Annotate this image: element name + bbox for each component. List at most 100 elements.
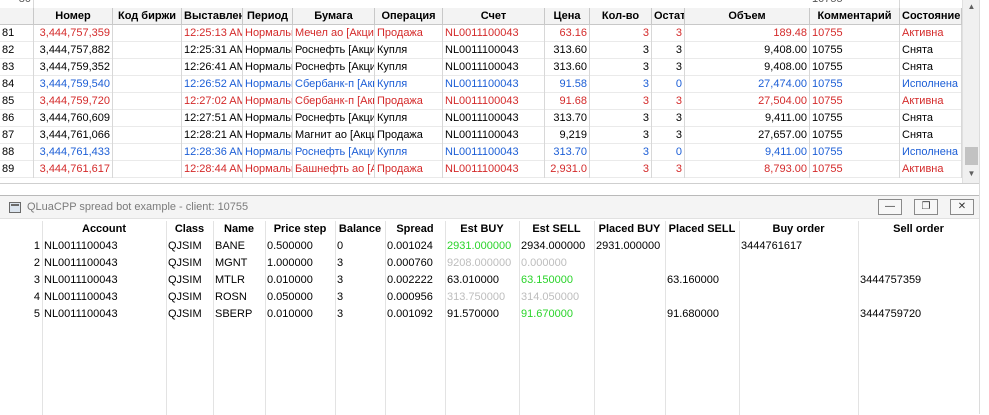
table-row[interactable]: 5 NL0011100043 QJSIM SBERP 0.010000 3 0.001092… bbox=[0, 306, 979, 323]
idx-cell: 3 bbox=[33, 274, 40, 286]
volume-cell: 9,408.00 bbox=[685, 42, 810, 59]
est-buy-cell: 63.010000 bbox=[447, 274, 499, 286]
account-cell: NL0011100043 bbox=[443, 161, 545, 178]
comment-cell: 10755 bbox=[810, 110, 900, 127]
spread-cell: 0.001024 bbox=[387, 240, 433, 252]
column-header[interactable]: Цена bbox=[545, 8, 590, 25]
time-cell: 12:28:44 AM bbox=[182, 161, 243, 178]
grid-line bbox=[665, 221, 666, 415]
grid-line bbox=[385, 221, 386, 415]
rest-cell: 3 bbox=[652, 93, 685, 110]
comment-cell: 10755 bbox=[810, 0, 900, 8]
table-row[interactable]: 813,444,757,359 12:25:13 AMНормальныйМече… bbox=[0, 25, 962, 42]
column-header[interactable]: Name bbox=[213, 221, 265, 238]
column-header[interactable]: Class bbox=[166, 221, 213, 238]
orders-partial-row[interactable]: 80 10755 bbox=[0, 0, 962, 8]
placed-buy-cell bbox=[594, 289, 665, 306]
est-sell-cell: 91.670000 bbox=[521, 308, 573, 320]
table-row[interactable]: 1 NL0011100043 QJSIM BANE 0.500000 0 0.001024 2… bbox=[0, 238, 979, 255]
volume-cell: 27,474.00 bbox=[685, 76, 810, 93]
table-row[interactable]: 823,444,757,882 12:25:31 AMНормальныйРосн… bbox=[0, 42, 962, 59]
price-cell: 91.68 bbox=[545, 93, 590, 110]
orders-vertical-scrollbar[interactable]: ▲ ▼ bbox=[962, 0, 979, 183]
account-cell: NL0011100043 bbox=[44, 257, 118, 269]
step-cell: 0.010000 bbox=[267, 274, 313, 286]
close-button[interactable]: ✕ bbox=[950, 199, 974, 215]
column-header[interactable]: Placed BUY bbox=[594, 221, 665, 238]
price-cell: 313.60 bbox=[545, 59, 590, 76]
table-row[interactable]: 863,444,760,609 12:27:51 AMНормальныйРосн… bbox=[0, 110, 962, 127]
restore-button[interactable]: ❐ bbox=[914, 199, 938, 215]
scroll-up-icon[interactable]: ▲ bbox=[963, 0, 980, 14]
column-header[interactable]: Price step bbox=[265, 221, 335, 238]
column-header[interactable]: Номер bbox=[34, 8, 113, 25]
table-row[interactable]: 3 NL0011100043 QJSIM MTLR 0.010000 3 0.002222 6… bbox=[0, 272, 979, 289]
step-cell: 0.500000 bbox=[267, 240, 313, 252]
security-cell: Сбербанк-п [Акции] bbox=[293, 93, 375, 110]
scrollbar-thumb[interactable] bbox=[965, 147, 978, 165]
row-index: 82 bbox=[0, 42, 34, 59]
table-row[interactable]: 2 NL0011100043 QJSIM MGNT 1.000000 3 0.000760 9… bbox=[0, 255, 979, 272]
column-header[interactable]: Placed SELL bbox=[665, 221, 739, 238]
step-cell: 1.000000 bbox=[267, 257, 313, 269]
column-header[interactable]: Кол-во bbox=[590, 8, 652, 25]
column-header[interactable] bbox=[0, 221, 42, 238]
account-cell: NL0011100043 bbox=[443, 110, 545, 127]
state-cell: Снята bbox=[900, 59, 962, 76]
buy-order-cell bbox=[739, 255, 858, 272]
step-cell: 0.050000 bbox=[267, 291, 313, 303]
account-cell: NL0011100043 bbox=[44, 240, 118, 252]
column-header[interactable]: Balance bbox=[335, 221, 385, 238]
rest-cell: 3 bbox=[652, 127, 685, 144]
column-header[interactable]: Объем bbox=[685, 8, 810, 25]
column-header[interactable]: Est BUY bbox=[445, 221, 519, 238]
column-header[interactable]: Account bbox=[42, 221, 166, 238]
table-row[interactable]: 893,444,761,617 12:28:44 AMНормальныйБашн… bbox=[0, 161, 962, 178]
minimize-button[interactable]: — bbox=[878, 199, 902, 215]
qty-cell: 3 bbox=[590, 161, 652, 178]
column-header[interactable]: Buy order bbox=[739, 221, 858, 238]
column-header[interactable]: Счет bbox=[443, 8, 545, 25]
exch-cell bbox=[113, 93, 182, 110]
price-cell: 2,931.0 bbox=[545, 161, 590, 178]
table-row[interactable]: 883,444,761,433 12:28:36 AMНормальныйРосн… bbox=[0, 144, 962, 161]
window-titlebar[interactable]: QLuaCPP spread bot example - client: 107… bbox=[0, 196, 979, 219]
op-cell: Купля bbox=[375, 59, 443, 76]
column-header[interactable]: Est SELL bbox=[519, 221, 594, 238]
column-header[interactable]: Состояние bbox=[900, 8, 962, 25]
name-cell: ROSN bbox=[215, 291, 247, 303]
period-cell: Нормальный bbox=[243, 93, 293, 110]
grid-line bbox=[265, 221, 266, 415]
table-row[interactable]: 4 NL0011100043 QJSIM ROSN 0.050000 3 0.000956 3… bbox=[0, 289, 979, 306]
table-row[interactable]: 873,444,761,066 12:28:21 AMНормальныйМагн… bbox=[0, 127, 962, 144]
bot-header-row: Account Class Name Price step Balance Spread E… bbox=[0, 221, 979, 238]
window-right-edge bbox=[979, 0, 989, 414]
time-cell: 12:26:41 AM bbox=[182, 59, 243, 76]
table-row[interactable]: 853,444,759,720 12:27:02 AMНормальныйСбер… bbox=[0, 93, 962, 110]
column-header[interactable]: Выставлен bbox=[182, 8, 243, 25]
est-sell-cell: 314.050000 bbox=[521, 291, 580, 303]
column-header[interactable]: Операция bbox=[375, 8, 443, 25]
window-title: QLuaCPP spread bot example - client: 107… bbox=[27, 201, 249, 213]
op-cell: Продажа bbox=[375, 25, 443, 42]
table-row[interactable]: 843,444,759,540 12:26:52 AMНормальныйСбер… bbox=[0, 76, 962, 93]
column-header[interactable]: Комментарий bbox=[810, 8, 900, 25]
column-header[interactable]: Остат bbox=[652, 8, 685, 25]
number-cell: 3,444,761,617 bbox=[34, 161, 113, 178]
column-header[interactable]: Spread bbox=[385, 221, 445, 238]
column-header[interactable]: Период bbox=[243, 8, 293, 25]
column-header[interactable]: Код биржи bbox=[113, 8, 182, 25]
column-header-corner bbox=[0, 8, 34, 25]
period-cell: Нормальный bbox=[243, 42, 293, 59]
number-cell: 3,444,760,609 bbox=[34, 110, 113, 127]
column-header[interactable]: Бумага bbox=[293, 8, 375, 25]
name-cell: SBERP bbox=[215, 308, 253, 320]
table-row[interactable]: 833,444,759,352 12:26:41 AMНормальныйРосн… bbox=[0, 59, 962, 76]
rest-cell: 0 bbox=[652, 144, 685, 161]
volume-cell: 9,411.00 bbox=[685, 144, 810, 161]
column-header[interactable]: Sell order bbox=[858, 221, 979, 238]
scroll-down-icon[interactable]: ▼ bbox=[963, 167, 980, 181]
class-cell: QJSIM bbox=[168, 240, 202, 252]
buy-order-cell: 3444761617 bbox=[741, 240, 803, 252]
idx-cell: 2 bbox=[33, 257, 40, 269]
